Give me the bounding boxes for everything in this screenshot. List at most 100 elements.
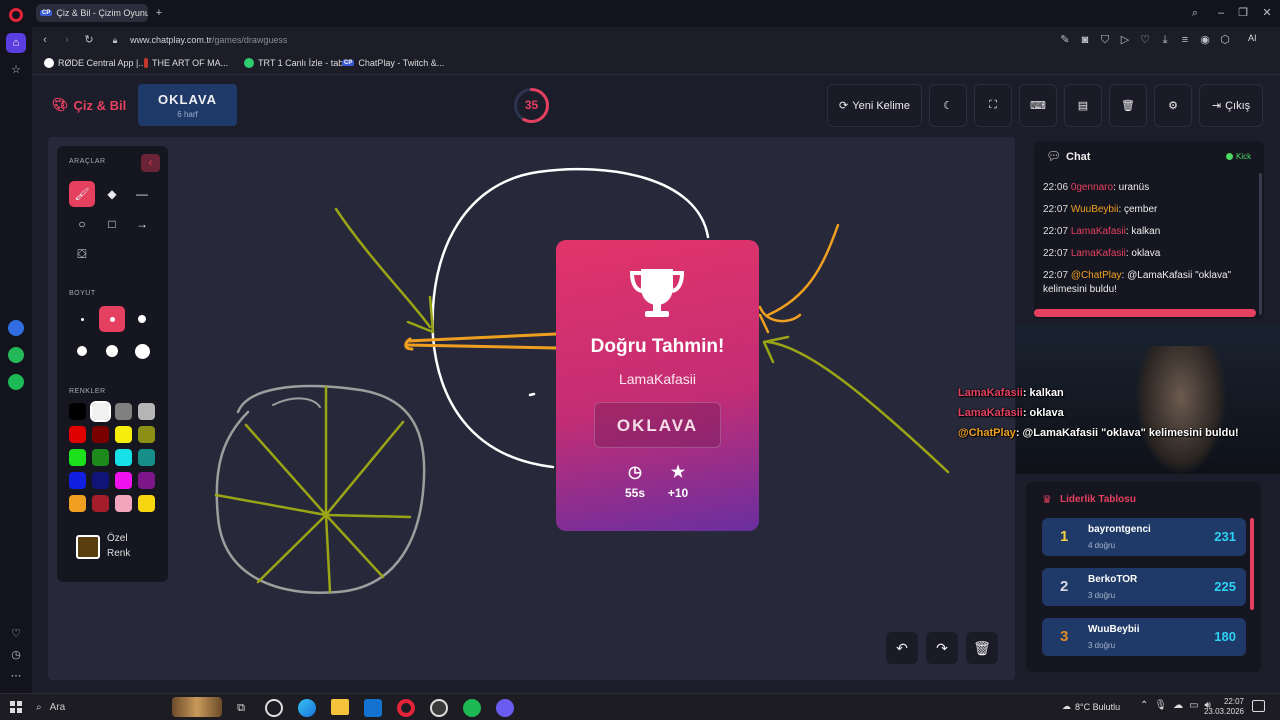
opera-icon[interactable] [397,699,415,717]
color-swatch[interactable] [69,495,86,512]
explorer-icon[interactable] [331,699,349,715]
color-swatch[interactable] [115,472,132,489]
size-s[interactable] [99,306,125,332]
color-swatch[interactable] [92,426,109,443]
rectangle-tool[interactable]: □ [99,211,125,237]
extensions-icon[interactable]: ⬡ [1218,33,1232,47]
shield-icon[interactable]: ⛉ [1098,33,1112,47]
clear-canvas-button[interactable]: 🗑︎ [966,632,998,664]
outlook-icon[interactable] [364,699,382,717]
reload-icon[interactable]: ↻ [82,33,96,47]
tab-active[interactable]: CP Çiz & Bil - Çizim Oyunu [36,4,148,22]
messenger-icon[interactable] [8,320,24,336]
favorite-icon[interactable]: ♡ [1138,33,1152,47]
play-icon[interactable]: ▷ [1118,33,1132,47]
edit-icon[interactable]: ✎ [1058,33,1072,47]
opera-logo-icon[interactable] [9,8,23,22]
chat-user[interactable]: LamaKafasii [1071,248,1126,259]
color-swatch[interactable] [115,449,132,466]
start-icon[interactable] [10,701,22,713]
network-icon[interactable]: ▭ [1189,700,1198,711]
home-icon[interactable]: ⌂ [6,33,26,53]
color-swatch[interactable] [92,449,109,466]
widgets-icon[interactable] [265,699,283,717]
color-swatch[interactable] [69,426,86,443]
task-view-icon[interactable]: ⧉ [232,699,250,717]
color-swatch[interactable] [92,472,109,489]
size-xxl[interactable] [129,338,155,364]
chat-scrollbar[interactable] [1259,173,1262,315]
cloud-sync-icon[interactable]: ☁ [1173,700,1183,711]
bookmark-rode[interactable]: RØDE Central App |... [44,58,146,68]
weather-widget[interactable]: ☁ 8°C Bulutlu [1062,701,1120,712]
color-swatch[interactable] [138,472,155,489]
color-swatch[interactable] [69,403,86,420]
size-l[interactable] [69,338,95,364]
archive-button[interactable]: ▤ [1064,84,1102,127]
chevron-up-icon[interactable]: ⌃ [1140,700,1148,711]
collapse-panel-button[interactable]: ‹ [141,154,160,172]
size-xs[interactable] [69,306,95,332]
color-swatch[interactable] [69,472,86,489]
color-swatch[interactable] [115,495,132,512]
more-icon[interactable]: ⋯ [9,669,23,683]
bookmark-trt[interactable]: TRT 1 Canlı İzle - tabii [244,58,347,68]
chat-user[interactable]: @ChatPlay [1071,270,1122,281]
trash-button[interactable]: 🗑︎ [1109,84,1147,127]
undo-button[interactable]: ↶ [886,632,918,664]
dark-mode-button[interactable]: ☾ [929,84,967,127]
size-m[interactable] [129,306,155,332]
color-swatch[interactable] [138,403,155,420]
drawing-canvas[interactable] [48,137,1015,680]
color-swatch[interactable] [92,495,109,512]
spotify-task-icon[interactable] [463,699,481,717]
search-tabs-icon[interactable]: ⌕ [1188,6,1202,20]
bookmark-star-icon[interactable]: ☆ [9,63,23,77]
color-swatch[interactable] [90,401,111,422]
mic-icon[interactable]: 🎙︎ [1154,700,1167,711]
settings-button[interactable]: ⚙ [1154,84,1192,127]
color-swatch[interactable] [69,449,86,466]
leaderboard-scrollbar[interactable] [1250,518,1254,610]
whatsapp-icon[interactable] [8,347,24,363]
camera-icon[interactable]: ◙ [1078,33,1092,47]
edge-icon[interactable] [298,699,316,717]
bookmark-chatplay[interactable]: CP ChatPlay - Twitch &... [342,58,444,68]
bookmark-art[interactable]: THE ART OF MA... [144,58,228,68]
notification-icon[interactable] [1252,700,1265,712]
arrow-tool[interactable]: → [129,211,155,237]
custom-color-swatch[interactable] [76,535,100,559]
minimize-icon[interactable]: – [1214,6,1228,20]
exit-button[interactable]: ⇥ Çıkış [1199,84,1263,127]
obs-icon[interactable] [430,699,448,717]
color-swatch[interactable] [138,495,155,512]
ai-button[interactable]: AI [1248,33,1257,43]
url-field[interactable]: www.chatplay.com.tr/games/drawguess [130,35,287,45]
chat-user[interactable]: 0gennaro [1071,182,1113,193]
keyboard-button[interactable]: ⌨ [1019,84,1057,127]
profile-icon[interactable]: ◉ [1198,33,1212,47]
menu-icon[interactable]: ≡ [1178,33,1192,47]
color-swatch[interactable] [115,403,132,420]
chat-user[interactable]: LamaKafasii [1071,226,1126,237]
maximize-icon[interactable]: ❐ [1236,6,1250,20]
brush-tool[interactable]: 🖌︎ [69,181,95,207]
color-swatch[interactable] [115,426,132,443]
circle-tool[interactable]: ○ [69,211,95,237]
download-icon[interactable]: ⤓ [1158,33,1172,47]
history-icon[interactable]: ◷ [9,648,23,662]
color-swatch[interactable] [138,426,155,443]
redo-button[interactable]: ↷ [926,632,958,664]
chat-input-bar[interactable] [1034,309,1256,317]
spotify-icon[interactable] [8,374,24,390]
eraser-tool[interactable]: ◆ [99,181,125,207]
forward-icon[interactable]: › [60,33,74,47]
clock[interactable]: 22:07 23.03.2026 [1200,697,1244,717]
close-window-icon[interactable]: ✕ [1260,6,1274,20]
app-logo[interactable]: 🎨︎ Çiz & Bil [52,97,126,113]
chat-user[interactable]: WuuBeybii [1071,204,1119,215]
line-tool[interactable]: — [129,181,155,207]
back-icon[interactable]: ‹ [38,33,52,47]
discord-icon[interactable] [496,699,514,717]
heart-icon[interactable]: ♡ [9,627,23,641]
